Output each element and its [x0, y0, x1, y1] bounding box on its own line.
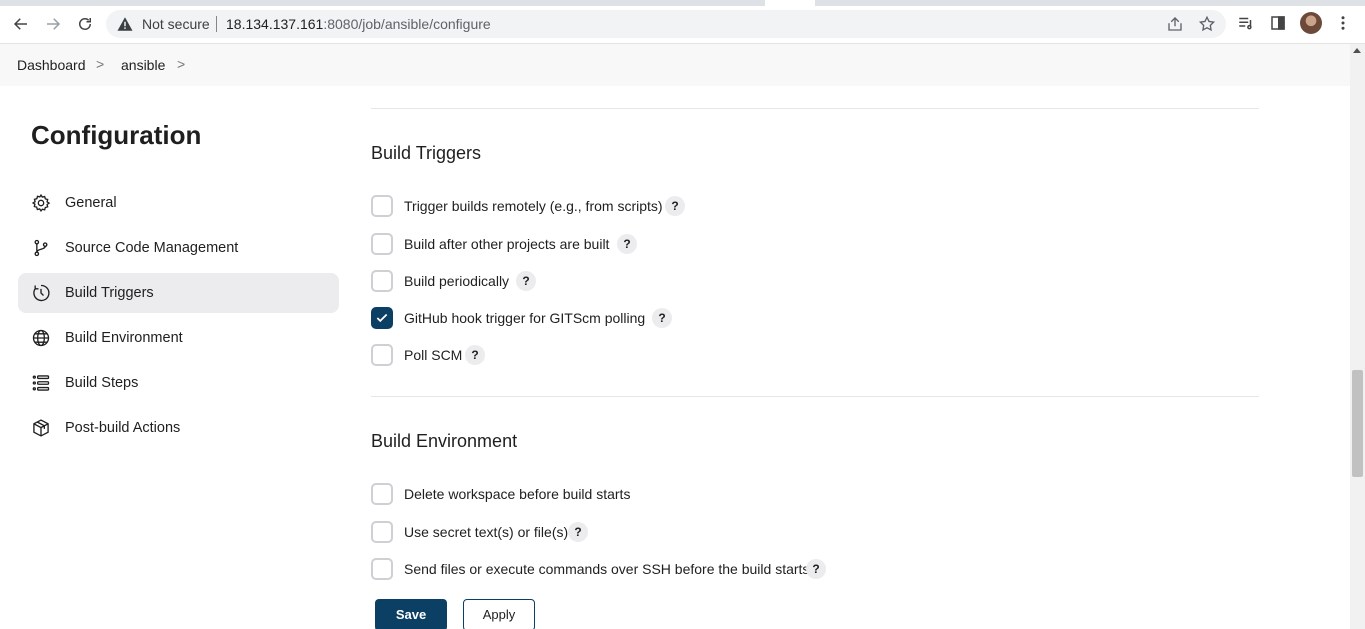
reading-list-icon[interactable] [1236, 13, 1256, 33]
url-text[interactable]: 18.134.137.161:8080/job/ansible/configur… [226, 16, 491, 32]
delete-workspace-option[interactable]: Delete workspace before build starts [371, 483, 651, 507]
checkbox[interactable] [371, 558, 393, 580]
package-icon [33, 419, 49, 437]
security-label[interactable]: Not secure [142, 16, 210, 32]
sidebar-item-label: Post-build Actions [65, 420, 181, 436]
sidebar-item-label: Build Steps [65, 375, 139, 391]
breadcrumb-dashboard[interactable]: Dashboard [17, 57, 86, 73]
checkbox[interactable] [371, 233, 393, 255]
sidebar-item-source-code-management[interactable]: Source Code Management [18, 228, 339, 268]
section-title-build-triggers: Build Triggers [371, 143, 482, 163]
breadcrumb-ansible[interactable]: ansible [121, 57, 165, 73]
help-icon[interactable]: ? [652, 308, 672, 328]
sidebar-item-build-steps[interactable]: Build Steps [18, 363, 339, 403]
warning-icon[interactable] [116, 15, 134, 33]
side-panel-icon[interactable] [1268, 13, 1288, 33]
more-menu-icon[interactable] [1333, 13, 1353, 33]
apply-button[interactable]: Apply [463, 599, 535, 629]
checkbox[interactable] [371, 483, 393, 505]
help-icon[interactable]: ? [516, 271, 536, 291]
breadcrumb: Dashboard > ansible > [0, 44, 1350, 86]
sidebar-item-build-triggers[interactable]: Build Triggers [18, 273, 339, 313]
option-label: Build after other projects are built [404, 236, 610, 252]
tab-strip [0, 0, 1365, 6]
scroll-up-icon[interactable] [1353, 48, 1361, 53]
section-divider [371, 108, 1259, 109]
scroll-thumb[interactable] [1352, 370, 1363, 477]
git-branch-icon [34, 239, 48, 257]
globe-icon [32, 329, 50, 347]
page-title: Configuration [31, 120, 202, 150]
build-periodically-option[interactable]: Build periodically ? [371, 270, 571, 294]
address-bar[interactable]: Not secure 18.134.137.161:8080/job/ansib… [106, 10, 1226, 38]
list-icon [32, 375, 50, 391]
checkbox[interactable] [371, 521, 393, 543]
sidebar-item-label: Build Triggers [65, 285, 154, 301]
browser-toolbar: Not secure 18.134.137.161:8080/job/ansib… [0, 0, 1365, 44]
option-label: Trigger builds remotely (e.g., from scri… [404, 198, 663, 214]
breadcrumb-separator[interactable]: > [96, 56, 104, 72]
sidebar-item-build-environment[interactable]: Build Environment [18, 318, 339, 358]
checkbox-checked[interactable] [371, 307, 393, 329]
bookmark-star-icon[interactable] [1198, 15, 1216, 33]
url-host: 18.134.137.161 [226, 16, 324, 32]
use-secret-text-option[interactable]: Use secret text(s) or file(s) ? [371, 521, 601, 545]
sidebar-item-label: Build Environment [65, 330, 183, 346]
sidebar-item-label: Source Code Management [65, 240, 239, 256]
trigger-remote-option[interactable]: Trigger builds remotely (e.g., from scri… [371, 195, 711, 219]
save-button[interactable]: Save [375, 599, 447, 629]
sidebar-item-label: General [65, 195, 117, 211]
omnibox-separator [216, 16, 217, 32]
option-label: Use secret text(s) or file(s) [404, 524, 569, 540]
option-label: Build periodically [404, 273, 510, 289]
poll-scm-option[interactable]: Poll SCM ? [371, 344, 511, 368]
share-icon[interactable] [1166, 15, 1184, 33]
section-divider [371, 396, 1259, 397]
back-icon[interactable] [9, 12, 33, 36]
forward-icon[interactable] [41, 12, 65, 36]
clock-icon [33, 284, 50, 302]
help-icon[interactable]: ? [568, 522, 588, 542]
github-hook-trigger-option[interactable]: GitHub hook trigger for GITScm polling ? [371, 307, 701, 331]
profile-avatar[interactable] [1300, 12, 1322, 34]
active-tab[interactable] [765, 0, 815, 6]
build-after-other-projects-option[interactable]: Build after other projects are built ? [371, 233, 671, 257]
page-scrollbar[interactable] [1350, 44, 1365, 629]
help-icon[interactable]: ? [665, 196, 685, 216]
help-icon[interactable]: ? [617, 234, 637, 254]
sidebar-item-general[interactable]: General [18, 183, 339, 223]
sidebar-item-post-build-actions[interactable]: Post-build Actions [18, 408, 339, 448]
option-label: Send files or execute commands over SSH … [404, 561, 810, 577]
checkbox[interactable] [371, 270, 393, 292]
help-icon[interactable]: ? [465, 345, 485, 365]
section-title-build-environment: Build Environment [371, 431, 518, 451]
option-label: Delete workspace before build starts [404, 486, 631, 502]
checkbox[interactable] [371, 195, 393, 217]
checkmark-icon [376, 313, 388, 323]
breadcrumb-separator[interactable]: > [177, 56, 185, 72]
send-files-ssh-option[interactable]: Send files or execute commands over SSH … [371, 558, 841, 582]
option-label: GitHub hook trigger for GITScm polling [404, 310, 646, 326]
help-icon[interactable]: ? [806, 559, 826, 579]
gear-icon [31, 193, 51, 213]
reload-icon[interactable] [73, 12, 97, 36]
checkbox[interactable] [371, 344, 393, 366]
option-label: Poll SCM [404, 347, 463, 363]
url-path: :8080/job/ansible/configure [323, 16, 491, 32]
